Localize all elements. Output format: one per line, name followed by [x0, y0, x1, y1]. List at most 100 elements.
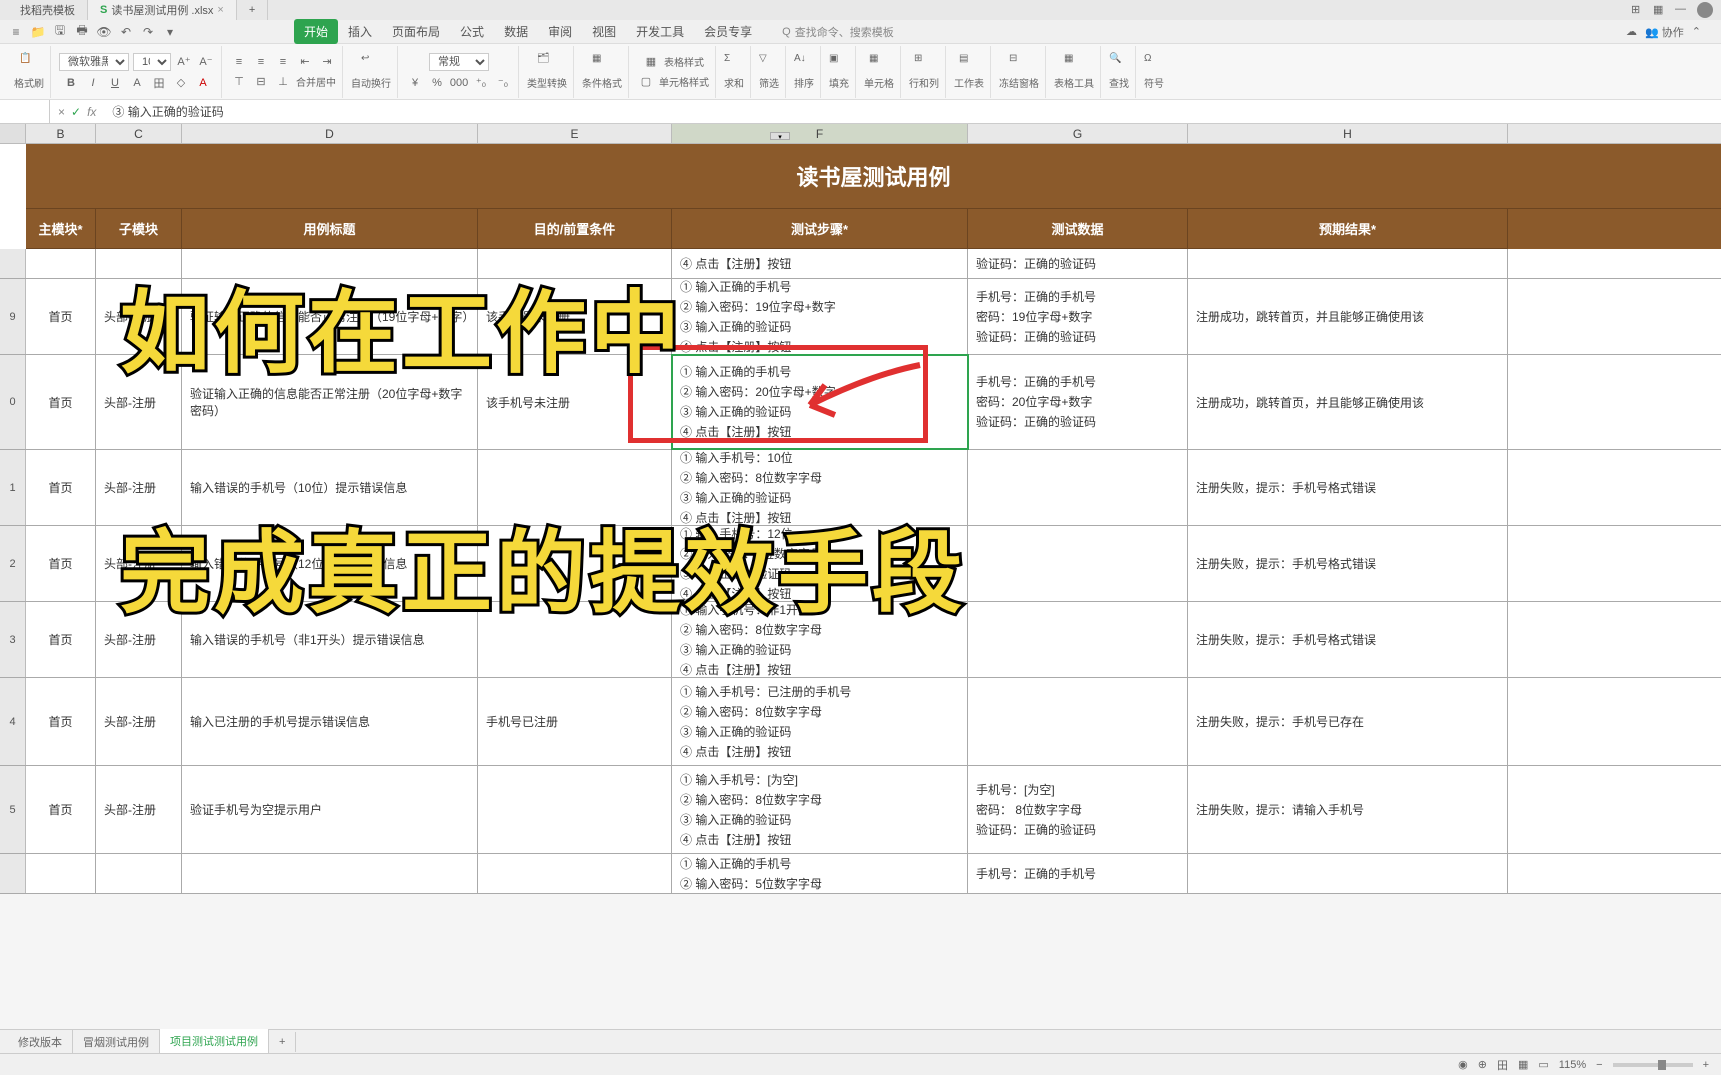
symbol-button[interactable]: Ω符号	[1144, 53, 1164, 90]
tab-layout[interactable]: 页面布局	[382, 19, 450, 44]
cell-steps[interactable]: ① 输入正确的手机号② 输入密码：5位数字字母	[672, 854, 968, 893]
cell-expected[interactable]	[1188, 249, 1508, 278]
row-number[interactable]: 3	[0, 602, 26, 677]
tab-data[interactable]: 数据	[494, 19, 538, 44]
align-left-icon[interactable]: ≡	[230, 54, 248, 70]
col-header-b[interactable]: B	[26, 124, 96, 143]
cell-steps[interactable]: ④ 点击【注册】按钮	[672, 249, 968, 278]
minimize-icon[interactable]: —	[1675, 3, 1689, 17]
fx-icon[interactable]: fx	[87, 105, 96, 119]
cell-data[interactable]: 验证码：正确的验证码	[968, 249, 1188, 278]
select-all-corner[interactable]	[0, 124, 26, 143]
save-icon[interactable]: 🖫	[52, 24, 68, 40]
confirm-icon[interactable]: ✓	[71, 105, 81, 119]
cell-data[interactable]	[968, 526, 1188, 601]
dec-dec-icon[interactable]: ⁻₀	[494, 75, 512, 91]
cloud-icon[interactable]: ☁	[1626, 25, 1637, 38]
cell-expected[interactable]: 注册成功，跳转首页，并且能够正确使用该	[1188, 355, 1508, 449]
tab-view[interactable]: 视图	[582, 19, 626, 44]
view-page-icon[interactable]: ▦	[1518, 1058, 1528, 1071]
new-tab-button[interactable]: +	[237, 0, 268, 20]
dropdown-icon[interactable]: ▾	[162, 24, 178, 40]
font-color-button[interactable]: A	[128, 75, 146, 91]
paste-button[interactable]: 📋 格式刷	[14, 53, 44, 90]
filter-button[interactable]: ▽筛选	[759, 53, 779, 90]
avatar[interactable]	[1697, 2, 1713, 18]
grid-icon[interactable]: ▦	[1653, 3, 1667, 17]
cell-main[interactable]	[26, 249, 96, 278]
zoom-in-button[interactable]: +	[1703, 1059, 1709, 1071]
align-right-icon[interactable]: ≡	[274, 54, 292, 70]
font-size-select[interactable]: 10	[133, 53, 171, 71]
find-button[interactable]: 🔍查找	[1109, 53, 1129, 90]
cell-data[interactable]: 手机号：正确的手机号密码：20位字母+数字验证码：正确的验证码	[968, 355, 1188, 449]
col-header-g[interactable]: G	[968, 124, 1188, 143]
cell-data[interactable]	[968, 678, 1188, 765]
preview-icon[interactable]: 👁	[96, 24, 112, 40]
col-header-d[interactable]: D	[182, 124, 478, 143]
cell-title[interactable]: 验证手机号为空提示用户	[182, 766, 478, 853]
outdent-icon[interactable]: ⇥	[318, 54, 336, 70]
row-number[interactable]: 0	[0, 355, 26, 449]
font-color2-button[interactable]: A	[194, 75, 212, 91]
col-header-e[interactable]: E	[478, 124, 672, 143]
increase-font-icon[interactable]: A⁺	[175, 54, 193, 70]
zoom-slider[interactable]	[1613, 1063, 1693, 1067]
cell-steps[interactable]: ① 输入手机号：[为空]② 输入密码：8位数字字母③ 输入正确的验证码④ 点击【…	[672, 766, 968, 853]
row-number[interactable]: 1	[0, 450, 26, 525]
currency-icon[interactable]: ¥	[406, 75, 424, 91]
sum-button[interactable]: Σ求和	[724, 53, 744, 90]
caret-icon[interactable]: ⌃	[1692, 25, 1701, 38]
circle-icon[interactable]: ⊕	[1478, 1058, 1487, 1071]
cell-expected[interactable]: 注册失败，提示：手机号格式错误	[1188, 526, 1508, 601]
row-number[interactable]: 4	[0, 678, 26, 765]
cell-expected[interactable]: 注册成功，跳转首页，并且能够正确使用该	[1188, 279, 1508, 354]
row-number[interactable]	[0, 854, 26, 893]
cell-data[interactable]	[968, 450, 1188, 525]
bold-button[interactable]: B	[62, 75, 80, 91]
cell-data[interactable]: 手机号：正确的手机号	[968, 854, 1188, 893]
cell-sub[interactable]: 头部-注册	[96, 766, 182, 853]
template-tab[interactable]: 找稻壳模板	[8, 0, 88, 20]
cell-expected[interactable]: 注册失败，提示：手机号格式错误	[1188, 450, 1508, 525]
cell-expected[interactable]: 注册失败，提示：手机号格式错误	[1188, 602, 1508, 677]
cell-title[interactable]	[182, 854, 478, 893]
cell-pre[interactable]	[478, 854, 672, 893]
row-number[interactable]: 2	[0, 526, 26, 601]
col-header-c[interactable]: C	[96, 124, 182, 143]
tab-vip[interactable]: 会员专享	[694, 19, 762, 44]
close-tab-icon[interactable]: ×	[217, 4, 223, 16]
rowcol-button[interactable]: ⊞行和列	[909, 53, 939, 90]
col-header-h[interactable]: H	[1188, 124, 1508, 143]
tab-insert[interactable]: 插入	[338, 19, 382, 44]
cell-data[interactable]	[968, 602, 1188, 677]
sort-button[interactable]: A↓排序	[794, 53, 814, 90]
type-convert-button[interactable]: 🗂 类型转换	[527, 53, 567, 90]
tab-formula[interactable]: 公式	[450, 19, 494, 44]
cell-button[interactable]: ▦单元格	[864, 53, 894, 90]
percent-icon[interactable]: %	[428, 75, 446, 91]
cell-main[interactable]: 首页	[26, 766, 96, 853]
cell-expected[interactable]: 注册失败，提示：请输入手机号	[1188, 766, 1508, 853]
zoom-out-button[interactable]: −	[1596, 1059, 1602, 1071]
row-number[interactable]: 5	[0, 766, 26, 853]
layout-icon[interactable]: ⊞	[1631, 3, 1645, 17]
formula-input[interactable]: ③ 输入正确的验证码	[104, 103, 1721, 120]
cell-dropdown-icon[interactable]: ▾	[770, 132, 790, 140]
table-style-icon[interactable]: ▦	[642, 54, 660, 70]
cell-steps[interactable]: ① 输入手机号：已注册的手机号② 输入密码：8位数字字母③ 输入正确的验证码④ …	[672, 678, 968, 765]
cell-steps[interactable]: ① 输入正确的手机号② 输入密码：19位字母+数字③ 输入正确的验证码④ 点击【…	[672, 279, 968, 354]
cell-main[interactable]	[26, 854, 96, 893]
merge-label[interactable]: 合并居中	[296, 74, 336, 89]
fill-color-button[interactable]: ◇	[172, 75, 190, 91]
font-name-select[interactable]: 微软雅黑	[59, 53, 129, 71]
worksheet-button[interactable]: ▤工作表	[954, 53, 984, 90]
number-format-select[interactable]: 常规	[429, 53, 489, 71]
eye-icon[interactable]: ◉	[1458, 1058, 1468, 1071]
cell-sub[interactable]: 头部-注册	[96, 678, 182, 765]
view-break-icon[interactable]: ▭	[1538, 1058, 1548, 1071]
row-number[interactable]: 9	[0, 279, 26, 354]
undo-icon[interactable]: ↶	[118, 24, 134, 40]
row-number[interactable]	[0, 249, 26, 278]
cell-main[interactable]: 首页	[26, 678, 96, 765]
